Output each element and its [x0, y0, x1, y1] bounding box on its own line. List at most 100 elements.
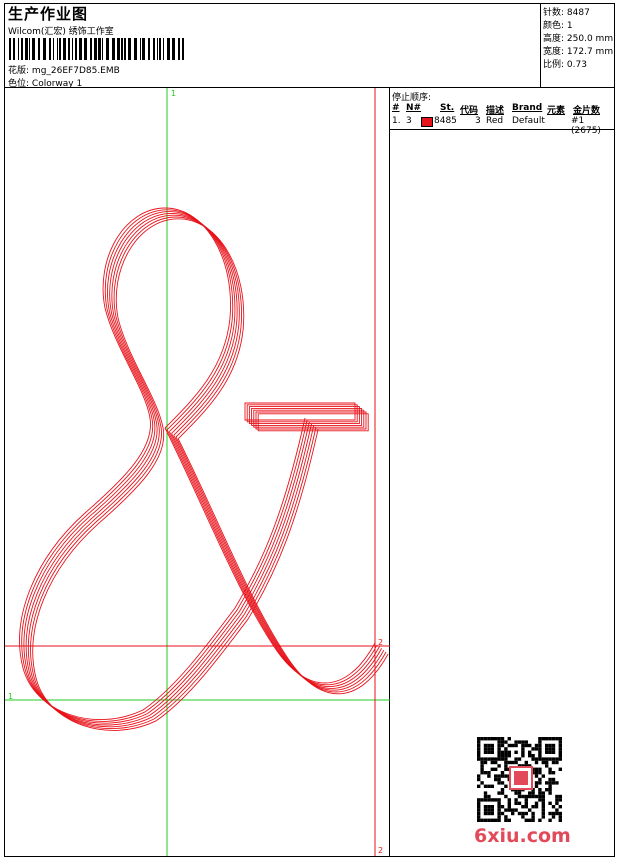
qr-module: [480, 781, 484, 785]
qr-module: [504, 808, 508, 812]
row-index: 1.: [392, 116, 401, 126]
qr-module: [487, 794, 491, 799]
stat-label: 针数:: [543, 8, 565, 18]
qr-module: [504, 784, 508, 788]
qr-module: [490, 811, 494, 816]
qr-module: [490, 808, 494, 812]
stat-value: 250.0 mm: [566, 34, 614, 44]
qr-module: [538, 791, 542, 795]
qr-module: [548, 788, 552, 792]
qr-module: [524, 740, 528, 744]
qr-module: [477, 798, 481, 802]
qr-module: [538, 818, 542, 822]
qr-module: [541, 791, 545, 795]
col-code: 代码: [460, 106, 479, 116]
qr-module: [555, 737, 559, 741]
qr-module: [494, 798, 498, 802]
qr-module: [545, 788, 549, 792]
col-element: 元素: [547, 106, 566, 116]
qr-module: [538, 750, 542, 754]
stitch-outline: [164, 427, 376, 684]
barcode-bar: [18, 38, 19, 60]
qr-module: [545, 760, 549, 765]
qr-module: [531, 747, 535, 751]
qr-module: [504, 760, 508, 765]
stitch-outline: [25, 212, 238, 726]
qr-module: [538, 771, 542, 775]
row-divider: [390, 129, 614, 130]
qr-module: [507, 743, 511, 748]
qr-module: [558, 754, 562, 758]
stitch-outline: [151, 425, 315, 718]
qr-module: [500, 774, 505, 778]
qr-module: [534, 805, 539, 809]
qr-module: [480, 764, 484, 768]
qr-module: [558, 767, 562, 771]
barcode-bar: [59, 38, 61, 60]
stitch-outline: [168, 431, 380, 687]
qr-module: [534, 767, 539, 771]
qr-module: [500, 771, 505, 775]
qr-module: [551, 750, 556, 754]
green-horizontal-guide-label: 1: [8, 692, 13, 701]
qr-module: [545, 750, 549, 754]
qr-module: [514, 750, 518, 754]
qr-module: [497, 747, 501, 751]
qr-module: [558, 747, 562, 751]
qr-module: [548, 750, 552, 754]
qr-module: [483, 760, 488, 765]
qr-module: [477, 737, 481, 741]
qr-module: [497, 808, 501, 812]
qr-module: [514, 740, 518, 744]
qr-module: [500, 737, 505, 741]
barcode-bar: [142, 38, 145, 60]
qr-module: [487, 743, 491, 748]
stitch-outline-group: [21, 209, 378, 722]
qr-module: [507, 801, 511, 805]
qr-module: [487, 818, 491, 822]
barcode-bar: [72, 38, 73, 60]
qr-module: [477, 815, 481, 819]
stitch-outline: [19, 207, 231, 720]
qr-module: [555, 801, 559, 805]
qr-module: [545, 737, 549, 741]
qr-module: [531, 805, 535, 809]
qr-module: [494, 774, 498, 778]
barcode-bar: [49, 38, 51, 60]
qr-module: [504, 757, 508, 761]
qr-module: [551, 737, 556, 741]
barcode-bar: [128, 38, 131, 60]
ampersand-embroidery: 1 1 2 2: [5, 88, 390, 856]
qr-module: [500, 743, 505, 748]
qr-module: [558, 798, 562, 802]
qr-module: [538, 781, 542, 785]
qr-module: [521, 750, 525, 754]
stitch-outline: [147, 421, 310, 714]
qr-module: [541, 760, 545, 765]
design-label: 花版:: [8, 66, 30, 76]
barcode-bar: [57, 38, 58, 60]
barcode-bar: [79, 38, 82, 60]
stitch-outline: [149, 423, 313, 716]
company-name: Wilcom(汇宏) 绣饰工作室: [8, 27, 114, 37]
qr-module: [477, 757, 481, 761]
qr-module: [500, 754, 505, 758]
qr-module: [494, 737, 498, 741]
qr-module: [504, 794, 508, 799]
watermark: 6xiu.com: [474, 825, 571, 847]
qr-module: [538, 777, 542, 782]
qr-module: [494, 760, 498, 765]
col-desc: 描述: [486, 106, 505, 116]
page-title: 生产作业图: [8, 5, 89, 23]
qr-module: [541, 737, 545, 741]
qr-module: [497, 743, 501, 748]
qr-module: [548, 757, 552, 761]
barcode-bar: [63, 38, 66, 60]
qr-module: [541, 794, 545, 799]
barcode-bar: [21, 38, 23, 60]
qr-module: [541, 815, 545, 819]
qr-module: [514, 760, 518, 765]
qr-module: [507, 750, 511, 754]
qr-module: [548, 818, 552, 822]
qr-module: [555, 794, 559, 799]
